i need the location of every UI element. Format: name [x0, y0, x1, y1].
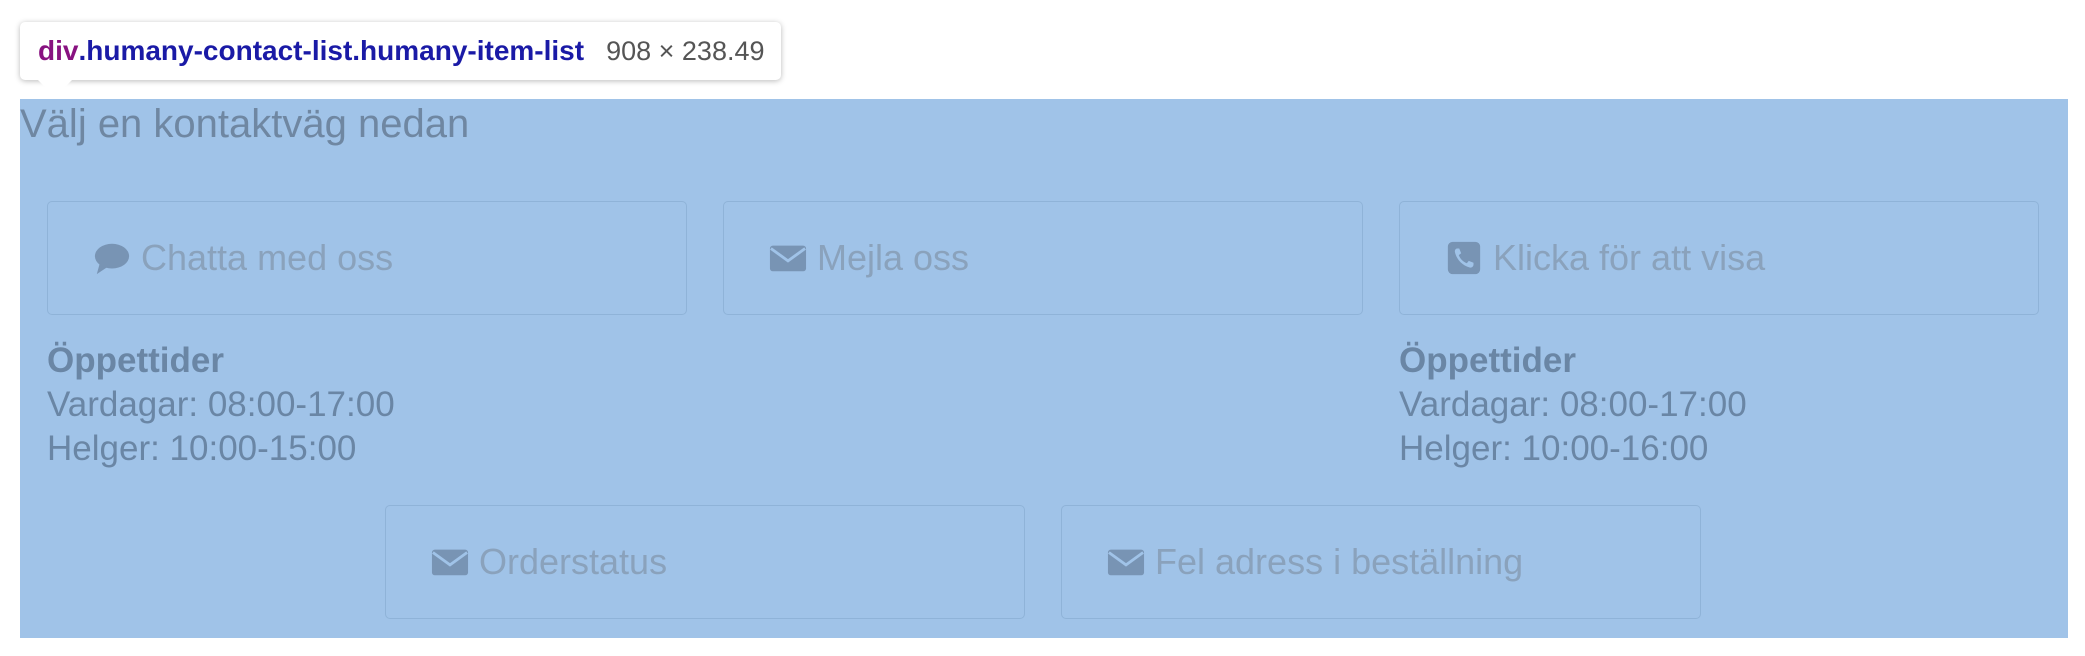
- humany-contact-list: Välj en kontaktväg nedan Chatta med oss …: [20, 99, 2068, 638]
- opening-hours-title: Öppettider: [47, 341, 224, 380]
- envelope-icon: [1107, 549, 1145, 576]
- email-button[interactable]: Mejla oss: [723, 201, 1363, 315]
- tooltip-tag-name: div: [38, 35, 79, 66]
- opening-hours-title: Öppettider: [1399, 341, 1576, 380]
- tooltip-class-names: .humany-contact-list.humany-item-list: [78, 35, 585, 66]
- envelope-icon: [769, 245, 807, 272]
- devtools-element-tooltip: div .humany-contact-list.humany-item-list…: [20, 22, 781, 80]
- opening-hours-weekends: Helger: 10:00-15:00: [47, 429, 357, 468]
- order-status-button-label: Orderstatus: [479, 541, 668, 582]
- opening-hours-phone: Öppettider Vardagar: 08:00-17:00 Helger:…: [1399, 339, 1747, 471]
- chat-button[interactable]: Chatta med oss: [47, 201, 687, 315]
- email-button-label: Mejla oss: [817, 237, 970, 278]
- opening-hours-weekdays: Vardagar: 08:00-17:00: [47, 385, 395, 424]
- tooltip-arrow: [38, 80, 72, 97]
- opening-hours-weekends: Helger: 10:00-16:00: [1399, 429, 1709, 468]
- phone-icon: [1447, 241, 1481, 275]
- contact-list-heading: Välj en kontaktväg nedan: [20, 102, 470, 146]
- tooltip-dimensions: 908 × 238.49: [606, 35, 765, 66]
- wrong-address-button[interactable]: Fel adress i beställning: [1061, 505, 1701, 619]
- opening-hours-weekdays: Vardagar: 08:00-17:00: [1399, 385, 1747, 424]
- show-phone-button-label: Klicka för att visa: [1493, 237, 1766, 278]
- opening-hours-chat: Öppettider Vardagar: 08:00-17:00 Helger:…: [47, 339, 395, 471]
- chat-button-label: Chatta med oss: [141, 237, 394, 278]
- chat-bubble-icon: [94, 243, 130, 275]
- envelope-icon: [431, 549, 469, 576]
- wrong-address-button-label: Fel adress i beställning: [1155, 541, 1524, 582]
- show-phone-button[interactable]: Klicka för att visa: [1399, 201, 2039, 315]
- order-status-button[interactable]: Orderstatus: [385, 505, 1025, 619]
